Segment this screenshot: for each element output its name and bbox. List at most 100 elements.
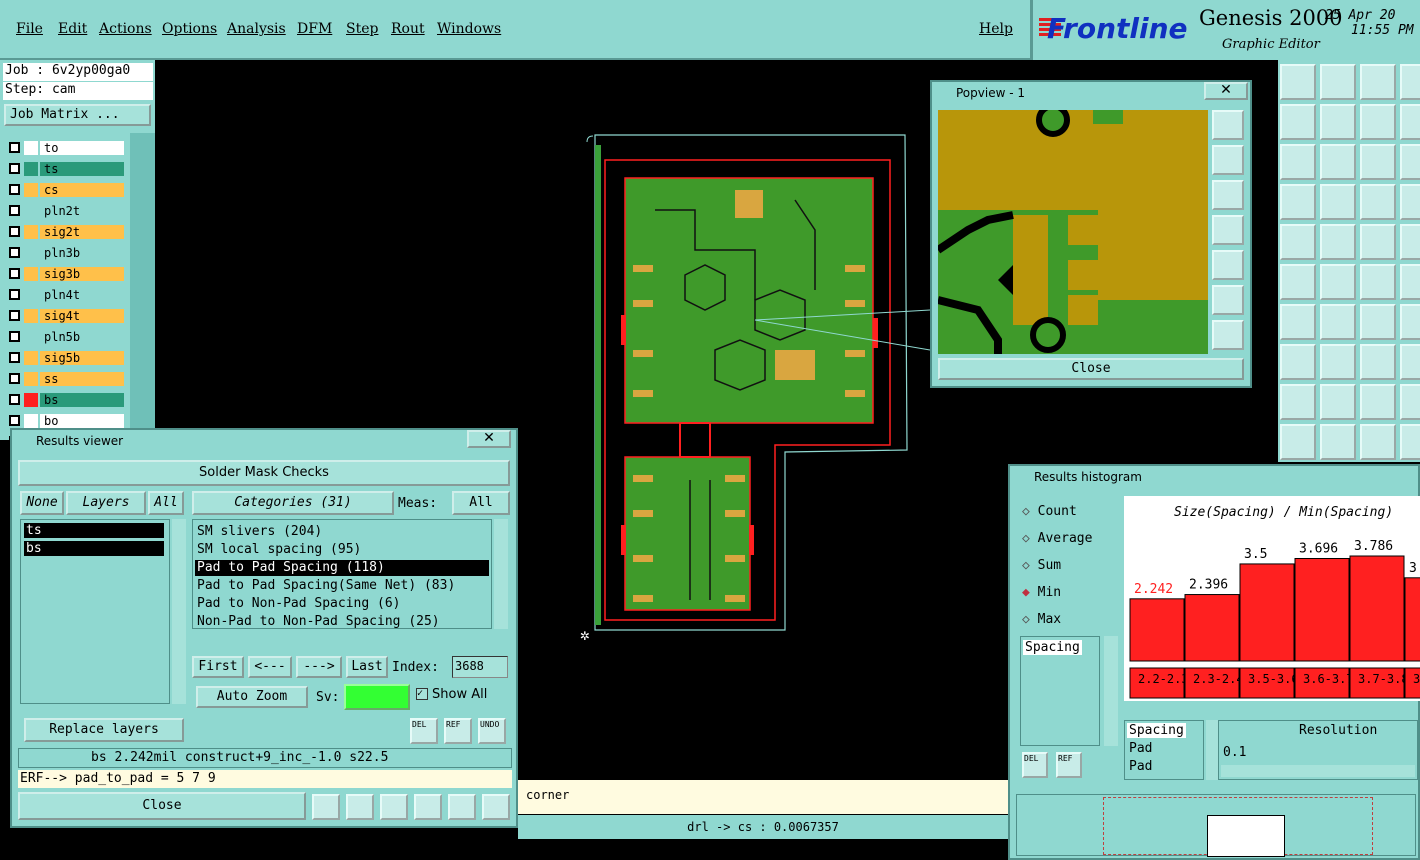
unknown-a-icon[interactable] [1400, 64, 1420, 100]
category-item[interactable]: SM local spacing (95) [195, 542, 489, 558]
layer-row-cs[interactable]: cs [4, 182, 124, 198]
histogram-bar[interactable] [1184, 594, 1240, 662]
layer-color-swatch[interactable] [24, 141, 38, 155]
popview-close-button[interactable]: Close [938, 358, 1244, 380]
layer-checkbox[interactable] [9, 184, 20, 195]
slope-icon[interactable] [1320, 304, 1356, 340]
categories-scrollbar[interactable] [494, 519, 508, 629]
layer-color-swatch[interactable] [24, 288, 38, 302]
histogram-bar[interactable] [1349, 555, 1405, 662]
layer-name[interactable]: sig5b [40, 351, 124, 365]
layer-checkbox[interactable] [9, 205, 20, 216]
pointer-b-icon[interactable] [1320, 424, 1356, 460]
popview-zoom-icon[interactable] [1212, 110, 1244, 140]
pointer-icon[interactable] [1280, 424, 1316, 460]
hist-del-button[interactable]: DEL [1022, 752, 1048, 778]
mode-radio-average[interactable]: ◇ Average [1022, 531, 1092, 546]
layer-checkbox[interactable] [9, 394, 20, 405]
category-item[interactable]: Non-Pad to Non-Pad Spacing (25) [195, 614, 489, 630]
menu-dfm[interactable]: DFM [297, 21, 332, 37]
layer-color-swatch[interactable] [24, 351, 38, 365]
hist-ref-button[interactable]: REF [1056, 752, 1082, 778]
popview-pan-up-icon[interactable] [1212, 145, 1244, 175]
report-icon[interactable] [346, 794, 374, 820]
move-up-icon[interactable] [1280, 64, 1316, 100]
layer-checkbox[interactable] [9, 331, 20, 342]
histogram-attr-list[interactable]: Spacing [1020, 636, 1100, 746]
exclamation-icon[interactable] [312, 794, 340, 820]
layer-checkbox[interactable] [9, 247, 20, 258]
categories-button[interactable]: Categories (31) [192, 491, 394, 515]
node-icon[interactable] [1360, 264, 1396, 300]
layer-row-bo[interactable]: bo [4, 413, 124, 429]
layer-row-sig5b[interactable]: sig5b [4, 350, 124, 366]
attr-spacing[interactable]: Spacing [1023, 640, 1082, 655]
layer-row-bs[interactable]: bs [4, 392, 124, 408]
layer-checkbox[interactable] [9, 268, 20, 279]
layer-color-swatch[interactable] [24, 162, 38, 176]
layer-name[interactable]: ts [40, 162, 124, 176]
pointer-c-icon[interactable] [1360, 424, 1396, 460]
layer-checkbox[interactable] [9, 163, 20, 174]
move-down-icon[interactable] [1320, 64, 1356, 100]
layer-name[interactable]: pln3b [40, 246, 124, 260]
layer-color-swatch[interactable] [24, 393, 38, 407]
sv-color-select[interactable] [344, 684, 410, 710]
first-button[interactable]: First [192, 656, 244, 678]
menu-analysis[interactable]: Analysis [227, 21, 286, 37]
unknown-b-icon[interactable] [1400, 104, 1420, 140]
meas-select[interactable]: All [452, 491, 510, 515]
popview-fit-icon[interactable] [1212, 285, 1244, 315]
home-icon[interactable] [1360, 64, 1396, 100]
arc-icon[interactable] [1360, 304, 1396, 340]
menu-file[interactable]: File [16, 21, 43, 37]
menu-actions[interactable]: Actions [99, 21, 152, 37]
selected-layer-bs[interactable]: bs [24, 541, 164, 556]
unknown-h-icon[interactable] [1400, 344, 1420, 380]
line-tool-icon[interactable] [1320, 224, 1356, 260]
menu-help[interactable]: Help [979, 21, 1013, 37]
layer-row-sig2t[interactable]: sig2t [4, 224, 124, 240]
layers-all-button[interactable]: All [148, 491, 184, 515]
histogram-bar[interactable] [1294, 557, 1350, 662]
layer-color-swatch[interactable] [24, 183, 38, 197]
histogram-bar[interactable] [1129, 598, 1185, 662]
selected-layer-ts[interactable]: ts [24, 523, 164, 538]
layer-row-pln5b[interactable]: pln5b [4, 329, 124, 345]
layer-row-sig4t[interactable]: sig4t [4, 308, 124, 324]
layer-name[interactable]: bs [40, 393, 124, 407]
popview-pan-left-icon[interactable] [1212, 215, 1244, 245]
triangle-c-icon[interactable] [1360, 384, 1396, 420]
prev-button[interactable]: <--- [248, 656, 292, 678]
mode-radio-min[interactable]: ◆ Min [1022, 585, 1061, 600]
layer-color-swatch[interactable] [24, 267, 38, 281]
layer-checkbox[interactable] [9, 142, 20, 153]
del-button[interactable]: DEL [410, 718, 438, 744]
center-icon[interactable] [1320, 144, 1356, 180]
layer-name[interactable]: ss [40, 372, 124, 386]
move-right-icon[interactable] [1320, 104, 1356, 140]
fit-icon[interactable] [1280, 144, 1316, 180]
layer-name[interactable]: sig4t [40, 309, 124, 323]
layer-checkbox[interactable] [9, 415, 20, 426]
move-left-icon[interactable] [1280, 104, 1316, 140]
layer-checkbox[interactable] [9, 289, 20, 300]
net-icon[interactable] [1280, 264, 1316, 300]
layer-checkbox[interactable] [9, 373, 20, 384]
layer-name[interactable]: sig2t [40, 225, 124, 239]
category-item[interactable]: Pad to Non-Pad Spacing (6) [195, 596, 489, 612]
unknown-j-icon[interactable] [1400, 424, 1420, 460]
popview-pan-right-icon[interactable] [1212, 250, 1244, 280]
circle-tool-icon[interactable] [1280, 224, 1316, 260]
dimension-icon[interactable] [1360, 344, 1396, 380]
replace-layers-select[interactable]: Replace layers [24, 718, 184, 742]
popview-center-icon[interactable] [1212, 320, 1244, 350]
layer-checkbox[interactable] [9, 310, 20, 321]
menu-rout[interactable]: Rout [391, 21, 425, 37]
histogram-bar[interactable] [1404, 577, 1420, 662]
unknown-d-icon[interactable] [1400, 184, 1420, 220]
ruler-icon[interactable] [1360, 224, 1396, 260]
layer-color-swatch[interactable] [24, 414, 38, 428]
index-field[interactable]: 3688 [452, 656, 508, 678]
layer-row-pln4t[interactable]: pln4t [4, 287, 124, 303]
